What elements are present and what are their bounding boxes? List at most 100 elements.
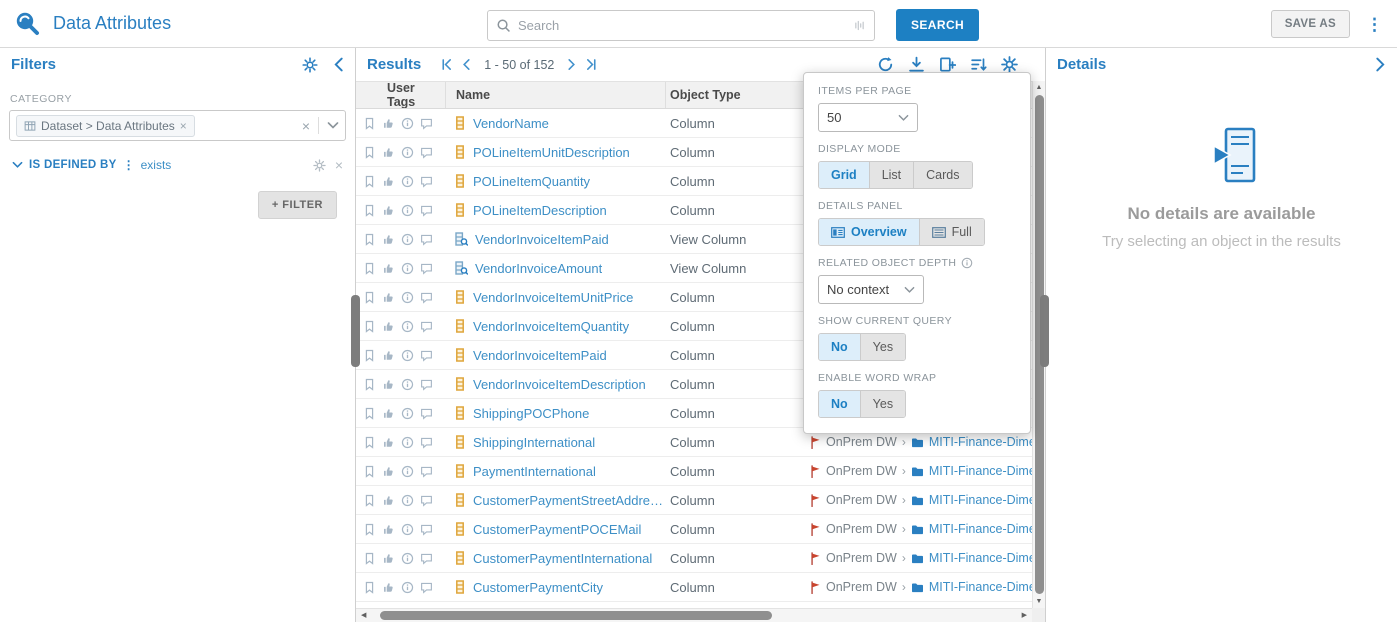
rule-kebab-icon[interactable]: ⋮ <box>123 158 135 172</box>
word-wrap-yes[interactable]: Yes <box>861 391 905 417</box>
download-icon[interactable] <box>908 56 925 73</box>
rule-settings-gear-icon[interactable] <box>313 159 326 172</box>
thumbs-up-icon[interactable] <box>382 581 395 594</box>
info-icon[interactable] <box>401 320 414 333</box>
info-icon[interactable] <box>401 581 414 594</box>
comment-icon[interactable] <box>420 349 433 362</box>
info-icon[interactable] <box>401 407 414 420</box>
bookmark-icon[interactable] <box>363 175 376 188</box>
location-source-link[interactable]: OnPrem DW <box>826 551 897 565</box>
filters-settings-gear-icon[interactable] <box>302 57 318 73</box>
info-icon[interactable] <box>401 146 414 159</box>
bookmark-icon[interactable] <box>363 291 376 304</box>
location-source-link[interactable]: OnPrem DW <box>826 435 897 449</box>
thumbs-up-icon[interactable] <box>382 204 395 217</box>
bookmark-icon[interactable] <box>363 378 376 391</box>
row-name-link[interactable]: CustomerPaymentInternational <box>473 551 652 566</box>
word-wrap-no[interactable]: No <box>819 391 861 417</box>
search-input[interactable] <box>518 18 853 33</box>
info-icon[interactable] <box>401 523 414 536</box>
bookmark-icon[interactable] <box>363 349 376 362</box>
row-name-link[interactable]: CustomerPaymentPOCEMail <box>473 522 641 537</box>
thumbs-up-icon[interactable] <box>382 407 395 420</box>
row-name-link[interactable]: PaymentInternational <box>473 464 596 479</box>
thumbs-up-icon[interactable] <box>382 117 395 130</box>
bookmark-icon[interactable] <box>363 204 376 217</box>
scroll-down-icon[interactable]: ▼ <box>1033 598 1045 605</box>
comment-icon[interactable] <box>420 233 433 246</box>
thumbs-up-icon[interactable] <box>382 291 395 304</box>
row-name-link[interactable]: VendorInvoiceItemPaid <box>475 232 609 247</box>
chip-close-icon[interactable]: × <box>180 120 187 132</box>
info-icon[interactable] <box>401 117 414 130</box>
row-name-link[interactable]: VendorInvoiceItemQuantity <box>473 319 629 334</box>
info-icon[interactable] <box>401 552 414 565</box>
advanced-search-icon[interactable] <box>853 19 866 32</box>
thumbs-up-icon[interactable] <box>382 262 395 275</box>
comment-icon[interactable] <box>420 146 433 159</box>
thumbs-up-icon[interactable] <box>382 494 395 507</box>
bookmark-icon[interactable] <box>363 117 376 130</box>
location-source-link[interactable]: OnPrem DW <box>826 522 897 536</box>
search-button[interactable]: SEARCH <box>896 9 979 41</box>
location-source-link[interactable]: OnPrem DW <box>826 464 897 478</box>
display-mode-cards[interactable]: Cards <box>914 162 971 188</box>
info-icon[interactable] <box>401 204 414 217</box>
refresh-icon[interactable] <box>877 56 894 73</box>
bookmark-icon[interactable] <box>363 146 376 159</box>
save-as-button[interactable]: SAVE AS <box>1271 10 1350 38</box>
scroll-left-icon[interactable]: ◀ <box>361 611 366 619</box>
panel-splitter-handle-right[interactable] <box>1040 295 1049 367</box>
category-clear-icon[interactable]: × <box>302 119 310 133</box>
location-source-link[interactable]: OnPrem DW <box>826 493 897 507</box>
info-icon[interactable] <box>401 291 414 304</box>
scroll-right-icon[interactable]: ▶ <box>1022 611 1027 619</box>
horizontal-scrollbar-thumb[interactable] <box>380 611 772 620</box>
row-name-link[interactable]: VendorInvoiceItemUnitPrice <box>473 290 633 305</box>
location-folder-link[interactable]: MITI-Finance-Dimensiona <box>929 522 1045 536</box>
location-folder-link[interactable]: MITI-Finance-Dimensiona <box>929 464 1045 478</box>
table-row[interactable]: PaymentInternational Column OnPrem DW › … <box>356 457 1045 486</box>
row-name-link[interactable]: CustomerPaymentStreetAddre… <box>473 493 663 508</box>
last-page-icon[interactable] <box>585 58 598 71</box>
rule-chevron-down-icon[interactable] <box>12 161 23 169</box>
comment-icon[interactable] <box>420 581 433 594</box>
row-name-link[interactable]: POLineItemDescription <box>473 203 607 218</box>
display-mode-grid[interactable]: Grid <box>819 162 870 188</box>
details-panel-overview[interactable]: Overview <box>819 219 920 245</box>
items-per-page-select[interactable]: 50 <box>818 103 918 132</box>
thumbs-up-icon[interactable] <box>382 436 395 449</box>
comment-icon[interactable] <box>420 465 433 478</box>
scroll-up-icon[interactable]: ▲ <box>1033 84 1045 91</box>
first-page-icon[interactable] <box>440 58 453 71</box>
details-panel-full[interactable]: Full <box>920 219 984 245</box>
table-row[interactable]: CustomerPaymentInternational Column OnPr… <box>356 544 1045 573</box>
filter-rule-row[interactable]: IS DEFINED BY ⋮ exists × <box>9 158 346 172</box>
thumbs-up-icon[interactable] <box>382 465 395 478</box>
next-page-icon[interactable] <box>565 58 578 71</box>
table-row[interactable]: CustomerPaymentStreetAddre… Column OnPre… <box>356 486 1045 515</box>
info-icon[interactable] <box>401 349 414 362</box>
info-icon[interactable] <box>401 175 414 188</box>
info-icon[interactable] <box>401 436 414 449</box>
panel-splitter-handle-left[interactable] <box>351 295 360 367</box>
add-object-icon[interactable] <box>939 56 956 73</box>
display-mode-list[interactable]: List <box>870 162 914 188</box>
thumbs-up-icon[interactable] <box>382 378 395 391</box>
comment-icon[interactable] <box>420 262 433 275</box>
add-filter-button[interactable]: + FILTER <box>258 191 337 219</box>
comment-icon[interactable] <box>420 552 433 565</box>
details-expand-chevron-right-icon[interactable] <box>1375 57 1386 72</box>
comment-icon[interactable] <box>420 175 433 188</box>
category-select[interactable]: Dataset > Data Attributes × × <box>9 110 346 141</box>
comment-icon[interactable] <box>420 291 433 304</box>
table-row[interactable]: CustomerPaymentPOCEMail Column OnPrem DW… <box>356 515 1045 544</box>
col-header-user-tags[interactable]: User Tags <box>356 82 446 108</box>
show-query-yes[interactable]: Yes <box>861 334 905 360</box>
info-icon[interactable] <box>401 262 414 275</box>
row-name-link[interactable]: CustomerPaymentCity <box>473 580 603 595</box>
info-icon[interactable] <box>401 465 414 478</box>
location-folder-link[interactable]: MITI-Finance-Dimensiona <box>929 551 1045 565</box>
col-header-object-type[interactable]: Object Type <box>666 82 806 108</box>
col-header-name[interactable]: Name <box>446 82 666 108</box>
